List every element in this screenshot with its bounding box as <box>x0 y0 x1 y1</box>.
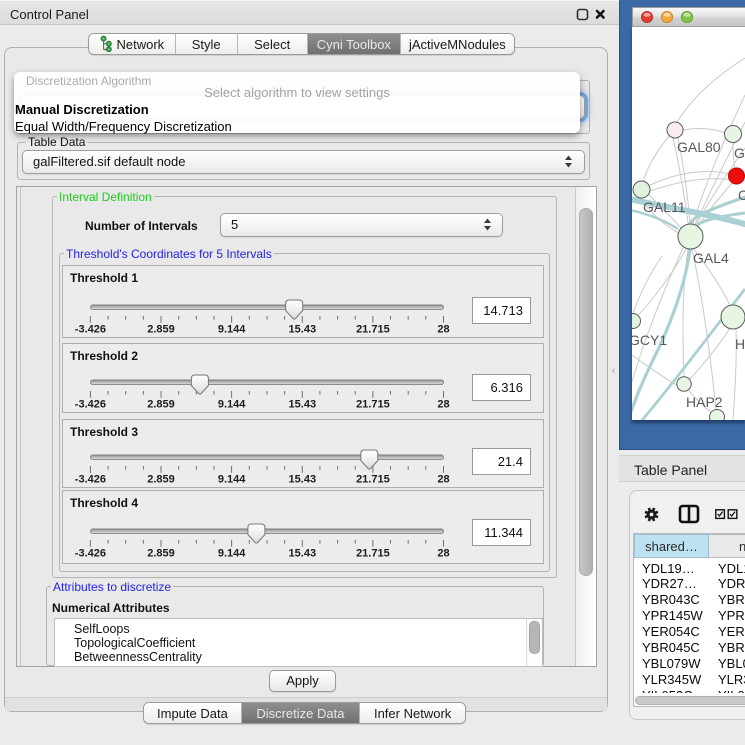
svg-text:GAL4: GAL4 <box>693 250 729 266</box>
svg-text:15.43: 15.43 <box>289 324 317 336</box>
svg-text:-3.426: -3.426 <box>75 547 106 559</box>
svg-text:C: C <box>738 187 745 203</box>
svg-text:28: 28 <box>437 324 449 336</box>
svg-text:-3.426: -3.426 <box>75 324 106 336</box>
svg-text:28: 28 <box>437 547 449 559</box>
svg-text:15.43: 15.43 <box>289 399 317 411</box>
svg-text:GAL11: GAL11 <box>643 199 686 215</box>
svg-text:9.144: 9.144 <box>218 547 246 559</box>
svg-text:2.859: 2.859 <box>147 399 175 411</box>
svg-text:HAP2: HAP2 <box>686 394 723 410</box>
svg-text:28: 28 <box>437 474 449 486</box>
svg-text:2.859: 2.859 <box>147 474 175 486</box>
svg-text:9.144: 9.144 <box>218 324 246 336</box>
svg-text:H: H <box>735 336 745 352</box>
svg-text:2.859: 2.859 <box>147 324 175 336</box>
svg-text:21.715: 21.715 <box>356 474 390 486</box>
svg-text:GAL80: GAL80 <box>677 139 721 155</box>
svg-text:15.43: 15.43 <box>289 547 317 559</box>
svg-text:15.43: 15.43 <box>289 474 317 486</box>
svg-text:-3.426: -3.426 <box>75 474 106 486</box>
svg-text:9.144: 9.144 <box>218 399 246 411</box>
svg-text:2.859: 2.859 <box>147 547 175 559</box>
svg-text:28: 28 <box>437 399 449 411</box>
svg-text:-3.426: -3.426 <box>75 399 106 411</box>
svg-text:GCY1: GCY1 <box>632 332 667 348</box>
svg-text:21.715: 21.715 <box>356 324 390 336</box>
svg-text:9.144: 9.144 <box>218 474 246 486</box>
svg-text:GA: GA <box>734 145 745 161</box>
svg-text:21.715: 21.715 <box>356 399 390 411</box>
svg-text:21.715: 21.715 <box>356 547 390 559</box>
